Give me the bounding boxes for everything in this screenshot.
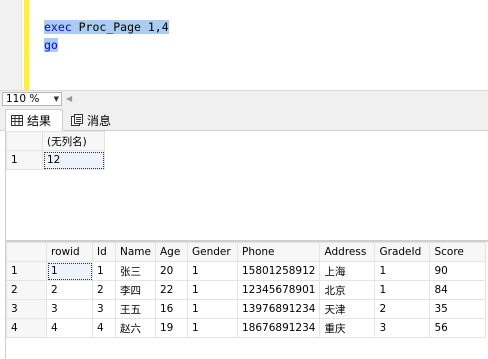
code-keyword: exec bbox=[44, 20, 72, 34]
code-text: Proc_Page 1,4 bbox=[71, 20, 169, 34]
table-cell[interactable]: 1 bbox=[374, 280, 431, 300]
table-cell[interactable]: 22 bbox=[154, 280, 188, 300]
table-cell[interactable]: 赵六 bbox=[115, 318, 156, 338]
table-cell[interactable]: 天津 bbox=[319, 299, 376, 319]
table-cell[interactable]: 16 bbox=[154, 299, 188, 319]
triangle-left-icon[interactable]: ◀ bbox=[66, 92, 72, 106]
row-number[interactable]: 2 bbox=[6, 280, 47, 300]
query-editor[interactable]: exec Proc_Page 1,4 go bbox=[0, 0, 488, 92]
row-number[interactable]: 3 bbox=[6, 299, 47, 319]
table-cell[interactable]: 2 bbox=[46, 280, 93, 300]
table-cell[interactable]: 84 bbox=[429, 280, 487, 300]
tab-results-label: 结果 bbox=[27, 113, 52, 128]
tab-messages-label: 消息 bbox=[87, 113, 112, 128]
row-number[interactable]: 1 bbox=[6, 150, 43, 170]
table-cell[interactable]: 35 bbox=[429, 299, 487, 319]
chevron-down-icon[interactable]: ▼ bbox=[54, 93, 59, 105]
table-cell[interactable]: 1 bbox=[186, 318, 238, 338]
table-cell[interactable]: 15801258912 bbox=[236, 261, 321, 281]
table-cell[interactable]: 北京 bbox=[319, 280, 376, 300]
column-header[interactable]: Address bbox=[319, 242, 376, 262]
column-header[interactable]: GradeId bbox=[374, 242, 431, 262]
table-row[interactable]: 4 4 4 赵六 19 1 18676891234 重庆 3 56 bbox=[6, 318, 487, 338]
table-cell[interactable]: 1 bbox=[374, 261, 431, 281]
zoom-value: 110 % bbox=[6, 93, 40, 105]
table-cell[interactable]: 56 bbox=[429, 318, 487, 338]
code-line[interactable]: exec Proc_Page 1,4 bbox=[44, 19, 169, 35]
table-row[interactable]: 2 2 2 李四 22 1 12345678901 北京 1 84 bbox=[6, 280, 487, 300]
column-header[interactable]: Phone bbox=[236, 242, 321, 262]
result-table-1: (无列名) 1 12 bbox=[6, 131, 105, 170]
result-grid-2[interactable]: rowid Id Name Age Gender Phone Address G… bbox=[5, 242, 488, 359]
grid-corner[interactable] bbox=[6, 131, 43, 151]
row-number[interactable]: 1 bbox=[6, 261, 47, 281]
code-keyword: go bbox=[44, 38, 58, 52]
table-cell[interactable]: 王五 bbox=[115, 299, 156, 319]
table-cell[interactable]: 12 bbox=[42, 150, 105, 170]
table-cell[interactable]: 12345678901 bbox=[236, 280, 321, 300]
table-cell[interactable]: 2 bbox=[92, 280, 116, 300]
zoom-dropdown[interactable]: 110 % ▼ bbox=[2, 92, 62, 106]
grid-icon bbox=[11, 114, 23, 126]
grid-corner[interactable] bbox=[6, 242, 47, 262]
table-cell[interactable]: 3 bbox=[46, 299, 93, 319]
results-tabbar: 结果 消息 bbox=[0, 106, 488, 131]
tab-messages[interactable]: 消息 bbox=[66, 109, 120, 131]
table-cell[interactable]: 4 bbox=[46, 318, 93, 338]
table-cell[interactable]: 3 bbox=[92, 299, 116, 319]
tab-results[interactable]: 结果 bbox=[5, 109, 63, 131]
column-header[interactable]: Score bbox=[429, 242, 487, 262]
change-margin-bar bbox=[24, 0, 29, 90]
messages-icon bbox=[71, 114, 83, 126]
table-cell[interactable]: 18676891234 bbox=[236, 318, 321, 338]
table-cell[interactable]: 张三 bbox=[115, 261, 156, 281]
column-header[interactable]: Name bbox=[115, 242, 156, 262]
column-header[interactable]: Id bbox=[92, 242, 116, 262]
table-cell[interactable]: 2 bbox=[374, 299, 431, 319]
table-row[interactable]: 3 3 3 王五 16 1 13976891234 天津 2 35 bbox=[6, 299, 487, 319]
table-cell[interactable]: 1 bbox=[92, 261, 116, 281]
table-cell[interactable]: 19 bbox=[154, 318, 188, 338]
column-header[interactable]: Gender bbox=[186, 242, 238, 262]
table-cell[interactable]: 上海 bbox=[319, 261, 376, 281]
table-cell[interactable]: 1 bbox=[186, 261, 238, 281]
row-number[interactable]: 4 bbox=[6, 318, 47, 338]
table-cell[interactable]: 1 bbox=[186, 280, 238, 300]
column-header[interactable]: rowid bbox=[46, 242, 93, 262]
table-row[interactable]: 1 1 1 张三 20 1 15801258912 上海 1 90 bbox=[6, 261, 487, 281]
editor-gutter bbox=[0, 0, 22, 90]
table-cell[interactable]: 90 bbox=[429, 261, 487, 281]
code-line[interactable]: go bbox=[44, 37, 58, 53]
table-cell[interactable]: 20 bbox=[154, 261, 188, 281]
result-grid-1[interactable]: (无列名) 1 12 bbox=[5, 131, 488, 240]
table-row[interactable]: 1 12 bbox=[6, 150, 105, 170]
table-cell[interactable]: 3 bbox=[374, 318, 431, 338]
table-cell[interactable]: 13976891234 bbox=[236, 299, 321, 319]
editor-status-strip: 110 % ▼ ◀ bbox=[0, 90, 488, 106]
table-cell[interactable]: 李四 bbox=[115, 280, 156, 300]
table-cell[interactable]: 1 bbox=[186, 299, 238, 319]
table-cell[interactable]: 4 bbox=[92, 318, 116, 338]
table-cell[interactable]: 1 bbox=[46, 261, 93, 281]
result-table-2: rowid Id Name Age Gender Phone Address G… bbox=[6, 242, 487, 338]
column-header[interactable]: (无列名) bbox=[42, 131, 105, 151]
table-cell[interactable]: 重庆 bbox=[319, 318, 376, 338]
column-header[interactable]: Age bbox=[154, 242, 188, 262]
